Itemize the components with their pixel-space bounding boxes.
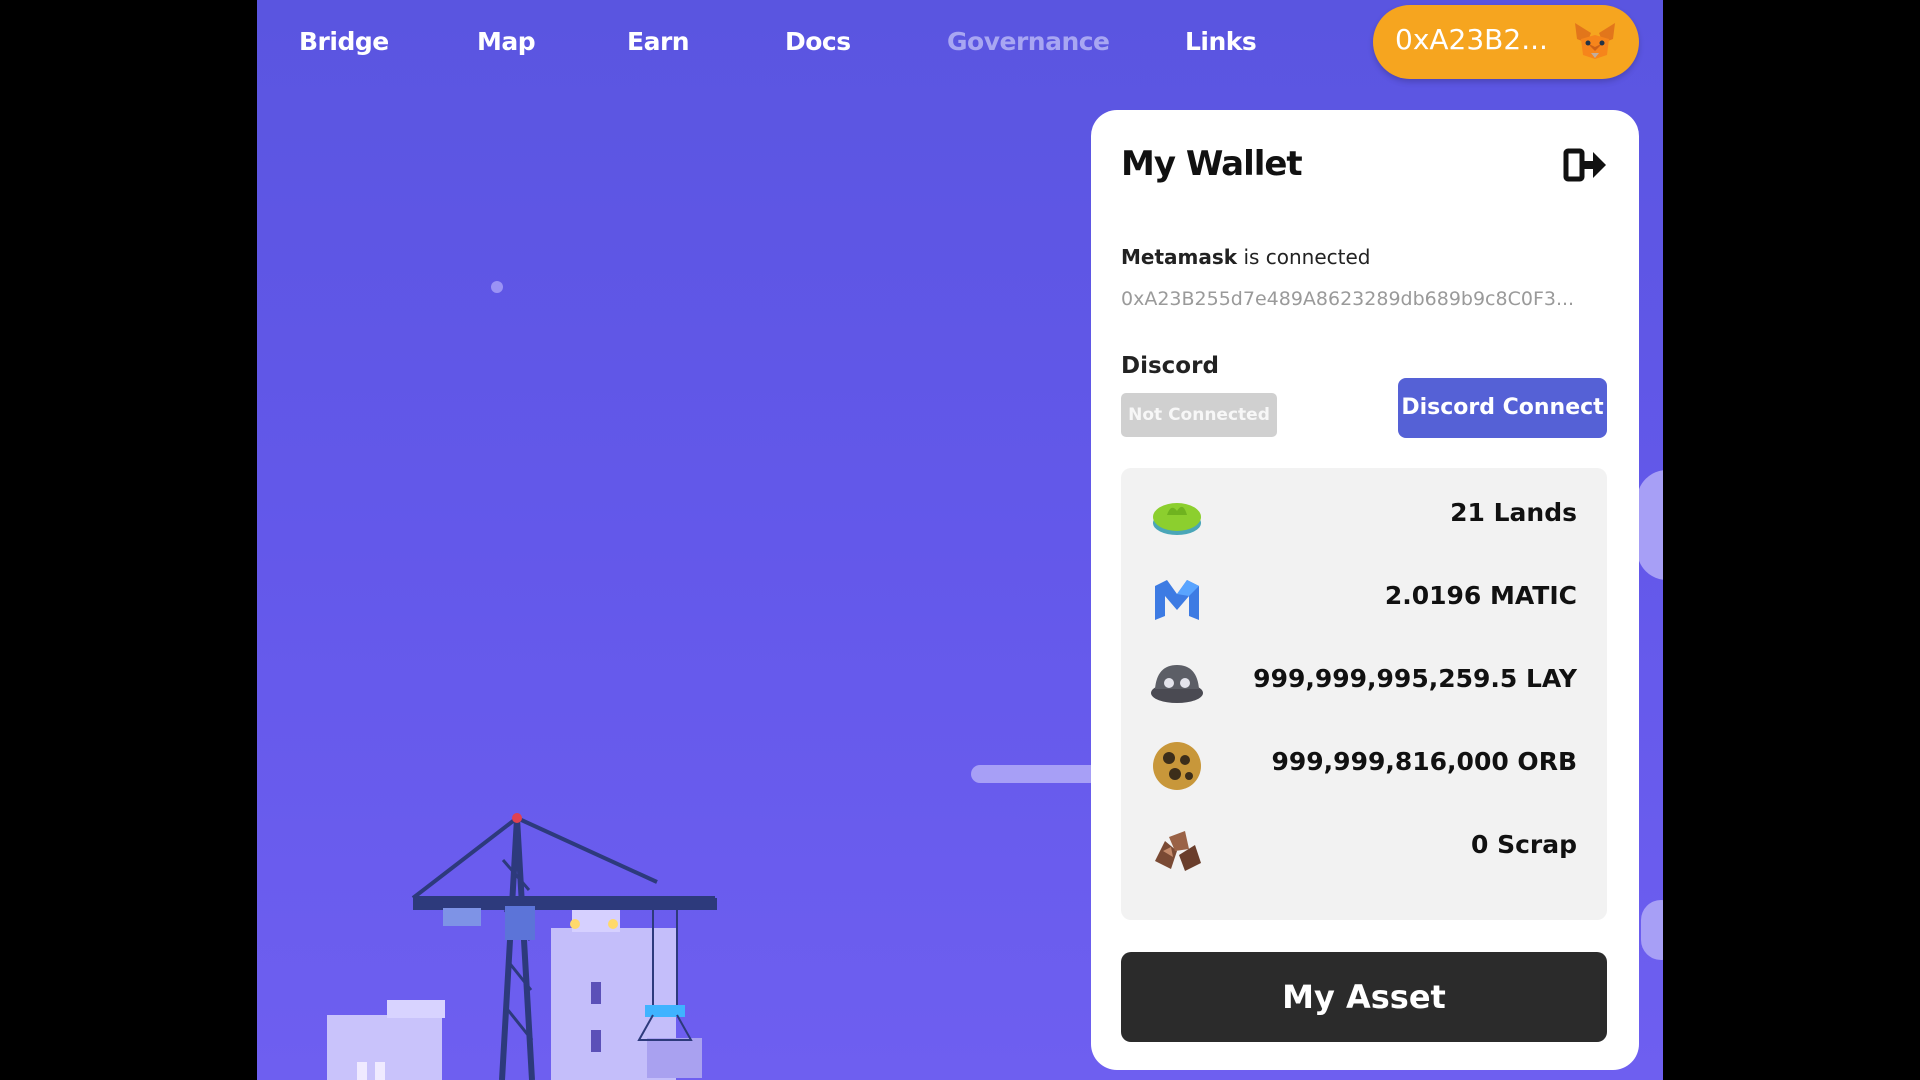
nav-bridge[interactable]: Bridge bbox=[299, 20, 389, 64]
asset-row-scrap: 0 Scrap bbox=[1121, 814, 1607, 884]
wallet-address-button[interactable]: 0xA23B2... bbox=[1373, 5, 1639, 79]
asset-row-orb: 999,999,816,000 ORB bbox=[1121, 731, 1607, 801]
nav-governance[interactable]: Governance bbox=[947, 20, 1110, 64]
wallet-panel: My Wallet Metamask is connected 0xA23B25… bbox=[1091, 110, 1639, 1070]
discord-status-badge: Not Connected bbox=[1121, 393, 1277, 437]
land-island-icon bbox=[1153, 503, 1201, 535]
nav-docs[interactable]: Docs bbox=[785, 20, 851, 64]
construction-scene bbox=[327, 813, 717, 1080]
wallet-address-short: 0xA23B2... bbox=[1395, 23, 1548, 56]
scrap-icon bbox=[1155, 831, 1201, 871]
logout-icon[interactable] bbox=[1563, 148, 1607, 182]
metamask-fox-icon bbox=[1575, 23, 1615, 59]
asset-value: 21 Lands bbox=[1450, 498, 1577, 527]
matic-icon bbox=[1155, 580, 1199, 620]
background-star bbox=[491, 281, 503, 293]
nav-links[interactable]: Links bbox=[1185, 20, 1257, 64]
asset-value: 999,999,816,000 ORB bbox=[1271, 747, 1578, 776]
provider-name: Metamask bbox=[1121, 245, 1238, 269]
background-cloud bbox=[1637, 470, 1663, 580]
wallet-full-address: 0xA23B255d7e489A8623289db689b9c8C0F3... bbox=[1121, 288, 1575, 310]
discord-connect-button[interactable]: Discord Connect bbox=[1398, 378, 1607, 438]
asset-value: 999,999,995,259.5 LAY bbox=[1253, 664, 1577, 693]
background-cloud bbox=[1641, 900, 1663, 960]
nav-earn[interactable]: Earn bbox=[627, 20, 690, 64]
connection-status: Metamask is connected bbox=[1121, 245, 1371, 269]
my-asset-button[interactable]: My Asset bbox=[1121, 952, 1607, 1042]
connected-text: is connected bbox=[1243, 245, 1371, 269]
asset-row-matic: 2.0196 MATIC bbox=[1121, 565, 1607, 635]
orb-token-icon bbox=[1153, 742, 1201, 790]
panel-title: My Wallet bbox=[1121, 144, 1303, 184]
asset-list: 21 Lands 2.0196 MATIC 999,999,995,259.5 … bbox=[1121, 468, 1607, 920]
lay-token-icon bbox=[1151, 665, 1203, 703]
asset-row-lands: 21 Lands bbox=[1121, 482, 1607, 552]
asset-value: 2.0196 MATIC bbox=[1384, 581, 1577, 610]
nav-map[interactable]: Map bbox=[477, 20, 536, 64]
asset-value: 0 Scrap bbox=[1470, 830, 1577, 859]
discord-label: Discord bbox=[1121, 353, 1219, 379]
app-stage: Bridge Map Earn Docs Governance Links 0x… bbox=[257, 0, 1663, 1080]
background-cloud bbox=[971, 765, 1101, 783]
asset-row-lay: 999,999,995,259.5 LAY bbox=[1121, 648, 1607, 718]
